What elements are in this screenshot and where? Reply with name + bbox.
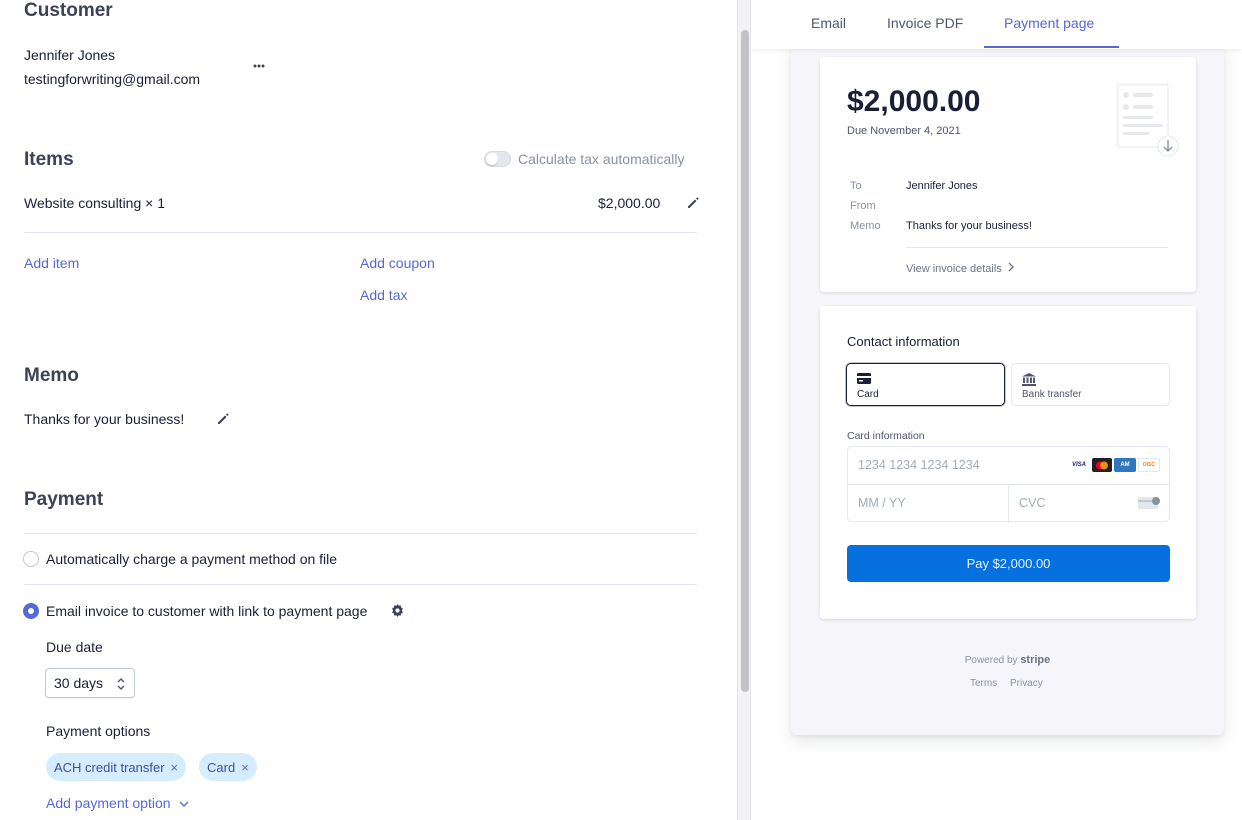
payment-option-chip-card: Card ×: [199, 753, 257, 781]
payment-method-bank-tab[interactable]: Bank transfer: [1011, 363, 1170, 406]
payment-divider-mid: [24, 584, 697, 585]
memo-value: Thanks for your business!: [906, 220, 1032, 232]
email-invoice-label: Email invoice to customer with link to p…: [46, 603, 368, 619]
invoice-due-date: Due November 4, 2021: [847, 125, 961, 137]
payment-option-chip-ach: ACH credit transfer ×: [46, 753, 187, 781]
to-value: Jennifer Jones: [906, 180, 978, 192]
memo-text: Thanks for your business!: [24, 411, 185, 427]
payment-method-card-tab[interactable]: Card: [846, 363, 1005, 406]
invoice-amount: $2,000.00: [847, 85, 981, 118]
payment-options-label: Payment options: [46, 723, 151, 739]
chevron-right-icon: [1008, 262, 1014, 272]
payment-option-chip-label: Card: [207, 759, 236, 775]
view-invoice-details-link[interactable]: View invoice details: [906, 262, 1015, 275]
mastercard-icon: [1092, 458, 1112, 472]
edit-line-item-pencil-icon[interactable]: [686, 196, 700, 210]
remove-chip-close-icon[interactable]: ×: [171, 760, 179, 775]
due-date-value: 30 days: [54, 675, 104, 691]
expiry-input[interactable]: [847, 484, 1170, 522]
contact-information-title: Contact information: [847, 334, 960, 349]
credit-card-icon: [857, 373, 871, 384]
terms-link[interactable]: Terms: [970, 678, 997, 689]
card-number-field[interactable]: 1234 1234 1234 1234 VISA AM DISC: [848, 447, 1169, 485]
pay-button[interactable]: Pay $2,000.00: [847, 545, 1170, 582]
payment-method-card-label: Card: [857, 389, 879, 400]
payment-form-card: Contact information Card Bank transfer C…: [820, 306, 1196, 619]
payment-heading: Payment: [24, 489, 104, 510]
memo-heading: Memo: [24, 365, 79, 386]
payment-page-preview: $2,000.00 Due November 4, 2021 To Jennif…: [791, 42, 1224, 735]
line-item-amount: $2,000.00: [598, 195, 661, 211]
add-payment-option-label: Add payment option: [46, 795, 171, 811]
editor-scrollbar-thumb[interactable]: [741, 30, 749, 692]
invoice-summary-card: $2,000.00 Due November 4, 2021 To Jennif…: [820, 57, 1196, 292]
memo-label: Memo: [850, 220, 881, 232]
calculate-tax-toggle[interactable]: [484, 151, 511, 167]
editor-scrollbar[interactable]: [737, 0, 751, 820]
email-invoice-radio[interactable]: [23, 603, 39, 619]
payment-option-chip-label: ACH credit transfer: [54, 759, 165, 775]
preview-pane: Email Invoice PDF Payment page $2,000.00…: [751, 0, 1242, 820]
due-date-select[interactable]: 30 days: [45, 668, 135, 698]
card-information-label: Card information: [847, 430, 925, 442]
due-date-label: Due date: [46, 639, 103, 655]
chevron-down-icon: [179, 801, 189, 808]
items-heading: Items: [24, 149, 74, 170]
to-label: To: [850, 180, 862, 192]
updown-chevron-icon: [117, 678, 125, 690]
auto-charge-radio[interactable]: [23, 551, 39, 567]
summary-divider: [906, 247, 1168, 248]
preview-tabs: Email Invoice PDF Payment page: [751, 0, 1242, 49]
payment-divider-top: [24, 533, 697, 534]
edit-memo-pencil-icon[interactable]: [216, 412, 230, 426]
invoice-editor-pane: Customer Jennifer Jones testingforwritin…: [0, 0, 737, 820]
card-number-placeholder: 1234 1234 1234 1234: [858, 458, 980, 472]
from-label: From: [850, 200, 876, 212]
tab-invoice-pdf[interactable]: Invoice PDF: [887, 15, 963, 31]
bank-icon: [1022, 373, 1036, 386]
customer-name: Jennifer Jones: [24, 47, 116, 63]
powered-by-text: Powered by: [964, 655, 1018, 666]
discover-icon: DISC: [1138, 458, 1160, 472]
tab-payment-page[interactable]: Payment page: [1004, 15, 1094, 31]
calculate-tax-label: Calculate tax automatically: [518, 151, 685, 167]
active-tab-indicator: [984, 46, 1119, 48]
customer-email: testingforwriting@gmail.com: [24, 71, 201, 87]
more-horizontal-icon[interactable]: [251, 57, 267, 75]
amex-icon: AM: [1114, 458, 1136, 472]
powered-by-stripe: Powered by stripe: [791, 654, 1224, 666]
visa-icon: VISA: [1071, 462, 1086, 468]
gear-icon[interactable]: [391, 604, 404, 617]
add-coupon-link[interactable]: Add coupon: [360, 255, 435, 271]
stripe-logo: stripe: [1020, 654, 1051, 666]
privacy-link[interactable]: Privacy: [1010, 678, 1043, 689]
items-divider: [24, 232, 697, 233]
add-payment-option-link[interactable]: Add payment option: [46, 795, 190, 811]
customer-heading: Customer: [24, 0, 113, 21]
auto-charge-label: Automatically charge a payment method on…: [46, 551, 338, 567]
add-item-link[interactable]: Add item: [24, 255, 79, 271]
view-invoice-details-label: View invoice details: [906, 263, 1002, 275]
add-tax-link[interactable]: Add tax: [360, 287, 407, 303]
payment-method-bank-label: Bank transfer: [1022, 389, 1082, 400]
tab-email[interactable]: Email: [811, 15, 846, 31]
remove-chip-close-icon[interactable]: ×: [241, 760, 249, 775]
line-item-description: Website consulting × 1: [24, 195, 165, 211]
invoice-download-icon[interactable]: [1115, 82, 1179, 157]
